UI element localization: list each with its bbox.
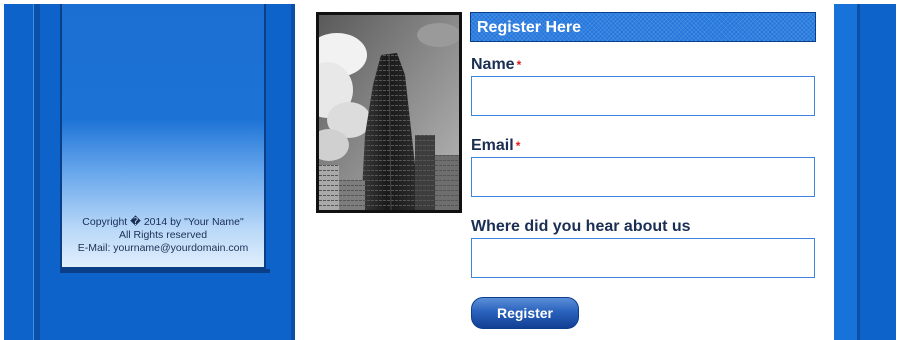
email-text: E-Mail: yourname@yourdomain.com: [77, 242, 249, 254]
name-label-text: Name: [471, 56, 515, 73]
form-title: Register Here: [477, 19, 582, 36]
email-input[interactable]: [471, 157, 815, 197]
name-label: Name *: [471, 56, 521, 74]
footer-panel-shadow: [60, 269, 270, 273]
referral-input[interactable]: [471, 238, 815, 278]
skyscraper-image: [319, 15, 459, 210]
footer-panel: Copyright � 2014 by "Your Name" All Righ…: [60, 4, 266, 269]
copyright-text: Copyright � 2014 by "Your Name": [82, 216, 244, 228]
name-input[interactable]: [471, 76, 815, 116]
skyscraper-photo: [316, 12, 462, 213]
required-asterisk: *: [516, 58, 522, 72]
register-button[interactable]: Register: [471, 297, 579, 329]
rights-text: All Rights reserved: [118, 229, 208, 241]
required-asterisk: *: [515, 139, 521, 153]
footer-text: Copyright � 2014 by "Your Name" All Righ…: [62, 216, 264, 255]
left-column-stripe: [33, 4, 40, 340]
right-column-stripe: [834, 4, 860, 340]
email-label-text: Email: [471, 137, 514, 154]
page: Copyright � 2014 by "Your Name" All Righ…: [0, 0, 900, 340]
form-header: Register Here: [470, 12, 816, 42]
email-label: Email *: [471, 137, 520, 155]
left-column-edge: [291, 4, 295, 340]
referral-label: Where did you hear about us: [471, 218, 691, 235]
